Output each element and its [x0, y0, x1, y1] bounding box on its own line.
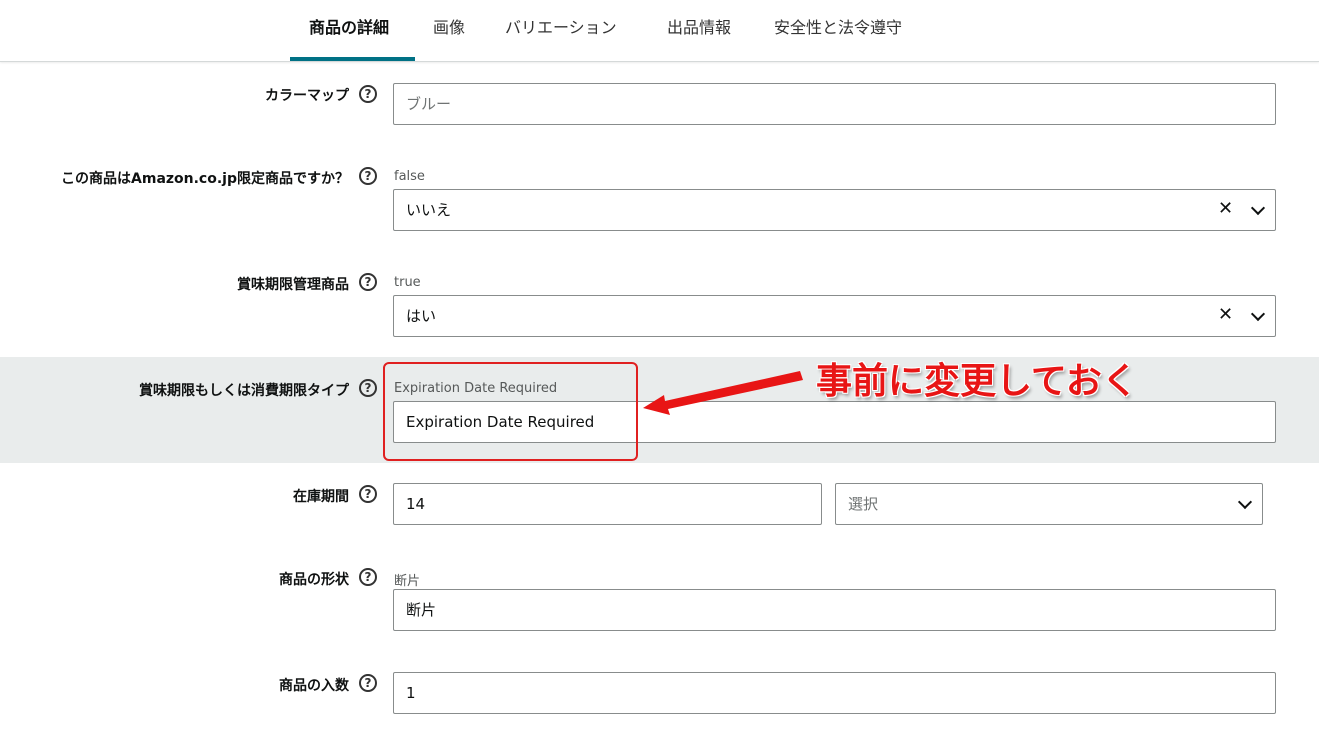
tab-images[interactable]: 画像 — [433, 14, 465, 38]
annotation-highlight-box — [383, 362, 638, 461]
stock-period-unit-placeholder: 選択 — [848, 495, 879, 513]
chevron-down-icon[interactable] — [1250, 200, 1266, 216]
expiry-managed-label: 賞味期限管理商品 — [237, 277, 349, 293]
product-form-input[interactable]: 断片 — [393, 589, 1276, 631]
amazon-exclusive-value: いいえ — [406, 201, 452, 219]
expiry-managed-select[interactable]: はい ✕ — [393, 295, 1276, 337]
chevron-down-icon[interactable] — [1250, 306, 1266, 322]
help-icon[interactable]: ? — [359, 568, 377, 586]
tab-bar: 商品の詳細 画像 バリエーション 出品情報 安全性と法令遵守 — [0, 0, 1319, 62]
expiry-managed-hint: true — [394, 275, 421, 290]
expiry-type-label: 賞味期限もしくは消費期限タイプ — [139, 383, 349, 399]
active-tab-indicator — [290, 57, 415, 61]
help-icon[interactable]: ? — [359, 485, 377, 503]
item-count-label: 商品の入数 — [279, 678, 349, 694]
tab-safety-compliance[interactable]: 安全性と法令遵守 — [774, 14, 902, 38]
close-icon[interactable]: ✕ — [1218, 199, 1233, 219]
tab-offer[interactable]: 出品情報 — [667, 14, 731, 38]
stock-period-input[interactable]: 14 — [393, 483, 822, 525]
amazon-exclusive-label: この商品はAmazon.co.jp限定商品ですか？ — [61, 171, 349, 187]
close-icon[interactable]: ✕ — [1218, 305, 1233, 325]
annotation-text: 事前に変更しておく — [816, 361, 1138, 402]
product-form-hint: 断片 — [394, 574, 421, 589]
help-icon[interactable]: ? — [359, 85, 377, 103]
stock-period-unit-select[interactable]: 選択 — [835, 483, 1263, 525]
tab-product-details[interactable]: 商品の詳細 — [309, 14, 389, 38]
amazon-exclusive-hint: false — [394, 169, 425, 184]
color-map-label: カラーマップ — [265, 88, 349, 104]
help-icon[interactable]: ? — [359, 379, 377, 397]
item-count-input[interactable]: 1 — [393, 672, 1276, 714]
color-map-input[interactable]: ブルー — [393, 83, 1276, 125]
stock-period-label: 在庫期間 — [293, 489, 349, 505]
annotation-arrow-icon — [643, 371, 803, 415]
help-icon[interactable]: ? — [359, 273, 377, 291]
expiry-managed-value: はい — [406, 307, 437, 325]
product-form-label: 商品の形状 — [279, 572, 349, 588]
tab-variations[interactable]: バリエーション — [505, 14, 617, 38]
help-icon[interactable]: ? — [359, 674, 377, 692]
help-icon[interactable]: ? — [359, 167, 377, 185]
amazon-exclusive-select[interactable]: いいえ ✕ — [393, 189, 1276, 231]
chevron-down-icon[interactable] — [1237, 494, 1253, 510]
